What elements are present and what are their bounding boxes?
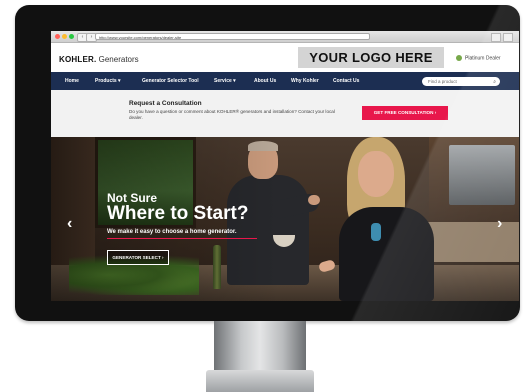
nav-products[interactable]: Products ▾ [95,72,121,90]
consultation-title: Request a Consultation [129,100,202,107]
consultation-text: Do you have a question or comment about … [129,109,335,120]
monitor-frame: ‹ › http://www.yoursite.com/generators/d… [15,5,520,321]
hero-subtitle: We make it easy to choose a home generat… [107,229,237,235]
carousel-prev-icon[interactable]: ‹ [67,215,72,233]
minimize-window-icon[interactable] [62,34,67,39]
hero-photo-appliance [449,145,515,205]
nav-home[interactable]: Home [65,72,79,90]
nav-why-kohler[interactable]: Why Kohler [291,72,319,90]
browser-toolbar: ‹ › http://www.yoursite.com/generators/d… [51,31,519,43]
search-input[interactable]: Find a product ⌕ [422,77,500,86]
close-window-icon[interactable] [55,34,60,39]
dealer-logo-placeholder: YOUR LOGO HERE [298,47,444,68]
brand-suffix: Generators [96,55,139,64]
carousel-next-icon[interactable]: › [497,215,502,233]
window-control-icon[interactable] [491,33,501,42]
hero-carousel: Not Sure Where to Start? We make it easy… [51,137,519,301]
nav-generator-selector-tool[interactable]: Generator Selector Tool [142,72,199,90]
monitor-stand-base [206,370,314,392]
hero-photo-woman [339,207,434,301]
nav-contact-us[interactable]: Contact Us [333,72,359,90]
hero-photo-necklace [371,223,381,241]
browser-window: ‹ › http://www.yoursite.com/generators/d… [51,31,519,301]
hero-title: Where to Start? [107,203,249,224]
search-icon[interactable]: ⌕ [493,78,496,87]
main-nav: Home Products ▾ Generator Selector Tool … [51,72,519,90]
nav-about-us[interactable]: About Us [254,72,276,90]
brand-logo[interactable]: KOHLER. Generators [59,55,139,64]
consultation-banner: Request a Consultation Do you have a que… [51,90,519,137]
address-bar[interactable]: http://www.yoursite.com/generators/deale… [95,33,370,40]
window-control-icon[interactable] [503,33,513,42]
brand-name: KOHLER. [59,55,97,64]
hero-underline [107,238,257,239]
monitor-stand-neck [214,321,306,377]
nav-service[interactable]: Service ▾ [214,72,236,90]
dealer-label: Platinum Dealer [465,55,501,62]
search-placeholder: Find a product [428,79,457,84]
dealer-badge: Platinum Dealer [456,55,501,61]
get-free-consultation-button[interactable]: GET FREE CONSULTATION › [362,106,448,120]
hero-photo-man-hand [308,195,320,205]
generator-select-button[interactable]: GENERATOR SELECT › [107,250,169,265]
maximize-window-icon[interactable] [69,34,74,39]
platinum-badge-icon [456,55,462,61]
hero-photo-woman-face [358,151,394,197]
site-header: KOHLER. Generators YOUR LOGO HERE Platin… [51,43,519,71]
